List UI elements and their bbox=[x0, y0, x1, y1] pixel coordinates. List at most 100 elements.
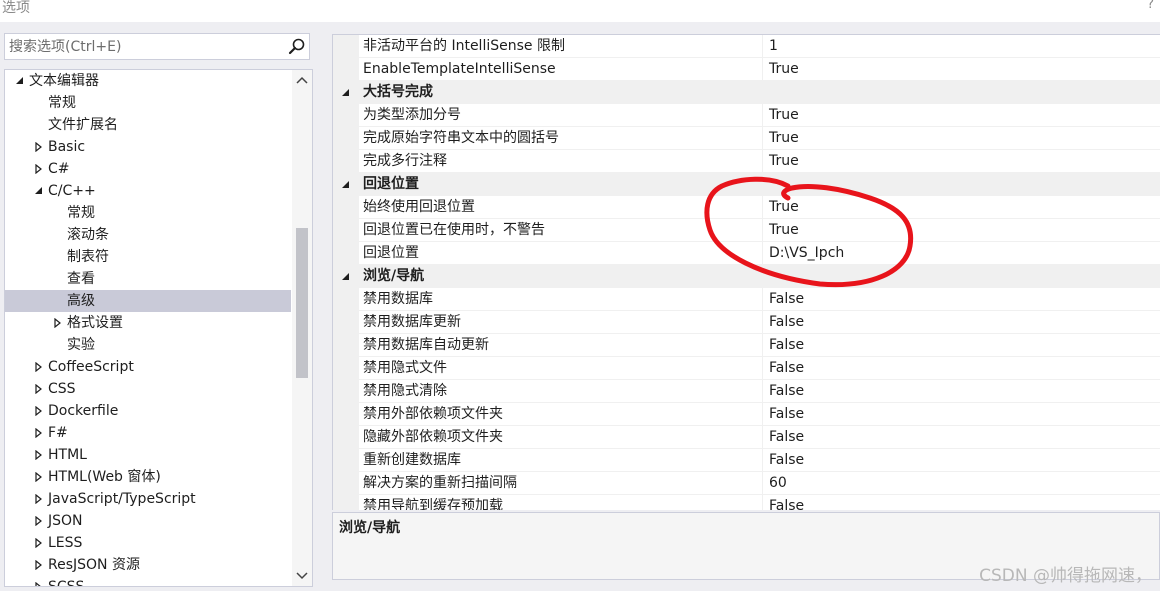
tree-item[interactable]: 制表符 bbox=[5, 246, 291, 268]
property-name: 完成多行注释 bbox=[359, 150, 763, 173]
scroll-down-icon[interactable] bbox=[292, 564, 312, 586]
collapsed-arrow-icon[interactable] bbox=[34, 510, 46, 532]
tree-item[interactable]: CSS bbox=[5, 378, 291, 400]
property-value[interactable]: 60 bbox=[763, 472, 1160, 495]
property-category[interactable]: 浏览/导航 bbox=[333, 265, 1160, 288]
collapsed-arrow-icon[interactable] bbox=[34, 488, 46, 510]
tree-item[interactable]: 滚动条 bbox=[5, 224, 291, 246]
tree-item[interactable]: 实验 bbox=[5, 334, 291, 356]
property-value[interactable]: False bbox=[763, 403, 1160, 426]
tree-item[interactable]: JSON bbox=[5, 510, 291, 532]
collapsed-arrow-icon[interactable] bbox=[34, 532, 46, 554]
collapse-arrow-icon[interactable] bbox=[333, 265, 359, 288]
collapsed-arrow-icon[interactable] bbox=[34, 158, 46, 180]
property-value[interactable]: True bbox=[763, 104, 1160, 127]
property-value[interactable]: False bbox=[763, 334, 1160, 357]
tree-item[interactable]: C/C++ bbox=[5, 180, 291, 202]
property-row[interactable]: 为类型添加分号 True bbox=[333, 104, 1160, 127]
row-gutter bbox=[333, 242, 359, 265]
property-row[interactable]: 完成多行注释 True bbox=[333, 150, 1160, 173]
property-grid[interactable]: 非活动平台的 IntelliSense 限制 1 EnableTemplateInt… bbox=[332, 34, 1160, 510]
expanded-arrow-icon[interactable] bbox=[34, 180, 46, 202]
expanded-arrow-icon[interactable] bbox=[15, 70, 27, 92]
collapsed-arrow-icon[interactable] bbox=[34, 576, 46, 586]
collapsed-arrow-icon[interactable] bbox=[34, 356, 46, 378]
property-row[interactable]: 禁用导航到缓存预加载 False bbox=[333, 495, 1160, 510]
property-row[interactable]: 非活动平台的 IntelliSense 限制 1 bbox=[333, 35, 1160, 58]
tree-item-label: 文本编辑器 bbox=[29, 73, 99, 89]
tree-item[interactable]: 常规 bbox=[5, 92, 291, 114]
property-row[interactable]: 禁用数据库更新 False bbox=[333, 311, 1160, 334]
property-value[interactable]: True bbox=[763, 150, 1160, 173]
scroll-up-icon[interactable] bbox=[292, 70, 312, 92]
collapsed-arrow-icon[interactable] bbox=[53, 312, 65, 334]
tree-item[interactable]: 文本编辑器 bbox=[5, 70, 291, 92]
tree-item[interactable]: Basic bbox=[5, 136, 291, 158]
tree-item[interactable]: HTML bbox=[5, 444, 291, 466]
property-value[interactable]: False bbox=[763, 288, 1160, 311]
collapsed-arrow-icon[interactable] bbox=[34, 444, 46, 466]
property-value[interactable]: True bbox=[763, 219, 1160, 242]
property-row[interactable]: 完成原始字符串文本中的圆括号 True bbox=[333, 127, 1160, 150]
property-row[interactable]: 重新创建数据库 False bbox=[333, 449, 1160, 472]
tree-item[interactable]: C# bbox=[5, 158, 291, 180]
collapse-arrow-icon[interactable] bbox=[333, 81, 359, 104]
property-category[interactable]: 回退位置 bbox=[333, 173, 1160, 196]
property-row[interactable]: 隐藏外部依赖项文件夹 False bbox=[333, 426, 1160, 449]
property-row[interactable]: EnableTemplateIntelliSense True bbox=[333, 58, 1160, 81]
tree-item[interactable]: 查看 bbox=[5, 268, 291, 290]
tree-item[interactable]: LESS bbox=[5, 532, 291, 554]
help-button[interactable]: ? bbox=[1147, 0, 1154, 12]
tree-item-label: C# bbox=[48, 161, 70, 177]
property-row[interactable]: 禁用隐式文件 False bbox=[333, 357, 1160, 380]
property-value[interactable]: False bbox=[763, 426, 1160, 449]
tree-item[interactable]: 文件扩展名 bbox=[5, 114, 291, 136]
property-value[interactable]: False bbox=[763, 380, 1160, 403]
search-input[interactable] bbox=[9, 37, 279, 56]
collapsed-arrow-icon[interactable] bbox=[34, 136, 46, 158]
property-name: 为类型添加分号 bbox=[359, 104, 763, 127]
tree-item[interactable]: F# bbox=[5, 422, 291, 444]
property-value[interactable]: True bbox=[763, 127, 1160, 150]
property-name: 非活动平台的 IntelliSense 限制 bbox=[359, 35, 763, 58]
collapsed-arrow-icon[interactable] bbox=[34, 554, 46, 576]
property-value[interactable]: False bbox=[763, 495, 1160, 510]
property-value[interactable]: True bbox=[763, 58, 1160, 81]
tree-item[interactable]: 常规 bbox=[5, 202, 291, 224]
collapsed-arrow-icon[interactable] bbox=[34, 400, 46, 422]
property-row[interactable]: 解决方案的重新扫描间隔 60 bbox=[333, 472, 1160, 495]
tree-item[interactable]: SCSS bbox=[5, 576, 291, 586]
tree-item[interactable]: ResJSON 资源 bbox=[5, 554, 291, 576]
property-value[interactable]: False bbox=[763, 357, 1160, 380]
property-value[interactable]: 1 bbox=[763, 35, 1160, 58]
property-value[interactable]: False bbox=[763, 311, 1160, 334]
property-row[interactable]: 禁用数据库自动更新 False bbox=[333, 334, 1160, 357]
collapsed-arrow-icon[interactable] bbox=[34, 422, 46, 444]
property-row[interactable]: 禁用外部依赖项文件夹 False bbox=[333, 403, 1160, 426]
search-box[interactable] bbox=[4, 33, 310, 60]
property-row[interactable]: 禁用数据库 False bbox=[333, 288, 1160, 311]
tree-item-label: ResJSON 资源 bbox=[48, 557, 140, 573]
tree-item[interactable]: JavaScript/TypeScript bbox=[5, 488, 291, 510]
tree-item[interactable]: Dockerfile bbox=[5, 400, 291, 422]
tree-item[interactable]: 高级 bbox=[5, 290, 291, 312]
collapsed-arrow-icon[interactable] bbox=[34, 378, 46, 400]
property-row[interactable]: 回退位置 D:\VS_Ipch bbox=[333, 242, 1160, 265]
collapse-arrow-icon[interactable] bbox=[333, 173, 359, 196]
tree-item[interactable]: HTML(Web 窗体) bbox=[5, 466, 291, 488]
scrollbar-thumb[interactable] bbox=[296, 228, 308, 378]
search-icon[interactable] bbox=[287, 37, 307, 57]
tree-item[interactable]: 格式设置 bbox=[5, 312, 291, 334]
property-value[interactable]: D:\VS_Ipch bbox=[763, 242, 1160, 265]
property-row[interactable]: 禁用隐式清除 False bbox=[333, 380, 1160, 403]
property-value[interactable]: False bbox=[763, 449, 1160, 472]
property-category[interactable]: 大括号完成 bbox=[333, 81, 1160, 104]
property-value[interactable]: True bbox=[763, 196, 1160, 219]
property-row[interactable]: 回退位置已在使用时，不警告 True bbox=[333, 219, 1160, 242]
tree-scrollbar[interactable] bbox=[292, 70, 312, 586]
tree-item[interactable]: CoffeeScript bbox=[5, 356, 291, 378]
collapsed-arrow-icon[interactable] bbox=[34, 466, 46, 488]
row-gutter bbox=[333, 403, 359, 426]
property-row[interactable]: 始终使用回退位置 True bbox=[333, 196, 1160, 219]
options-tree[interactable]: 文本编辑器 常规 文件扩展名 Basic C# C/C++ 常规 滚动条 制表符 查看 高级 格式设置… bbox=[4, 69, 313, 587]
